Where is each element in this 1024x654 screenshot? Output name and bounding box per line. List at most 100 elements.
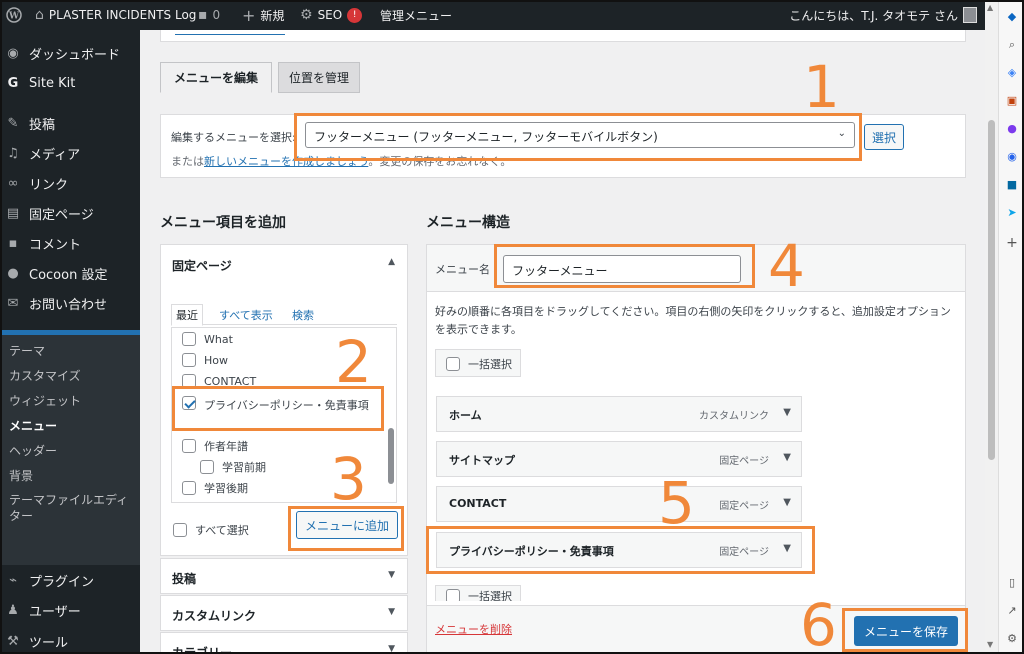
sidebar-item-label: 固定ページ [29,207,94,223]
scroll-down-icon[interactable]: ▼ [987,640,993,649]
seo-link[interactable]: ⚙ SEO! [300,0,363,30]
page-scroll-thumb[interactable] [988,120,995,460]
menu-item-contact[interactable]: CONTACT 固定ページ ▼ [436,486,802,522]
page-checkbox-how[interactable]: How [182,353,228,367]
person-icon[interactable]: ● [1005,122,1019,136]
checklist-scrollbar[interactable] [388,330,394,500]
sidebar-item-plugins[interactable]: ⌁ プラグイン [0,565,140,595]
notice-box [160,30,966,42]
settings-icon[interactable]: ⚙ [1005,632,1019,646]
submenu-themes[interactable]: テーマ [9,343,134,359]
sidebar-item-label: Site Kit [29,75,76,91]
page-checkbox-early[interactable]: 学習前期 [200,459,266,475]
manage-menu-label: 管理メニュー [380,8,453,23]
checkbox[interactable] [173,523,187,537]
checkbox[interactable] [446,589,460,601]
plugin-icon: ⌁ [9,572,17,588]
menu-item-type: 固定ページ [719,456,769,467]
checkbox[interactable] [182,439,196,453]
page-checkbox-late[interactable]: 学習後期 [182,480,248,496]
menu-name-label: メニュー名 [435,263,490,276]
sidebar-item-dashboard[interactable]: ◉ ダッシュボード [0,38,140,68]
chevron-up-icon: ▲ [388,257,395,267]
scroll-up-icon[interactable]: ▲ [987,3,993,12]
accordion-title: カテゴリー [172,646,233,654]
sidebar-item-cocoon[interactable]: ● Cocoon 設定 [0,258,140,288]
submenu-menus[interactable]: メニュー [9,418,134,434]
sidebar-item-media[interactable]: ♫ メディア [0,138,140,168]
submenu-customize[interactable]: カスタマイズ [9,368,134,384]
sidebar-item-users[interactable]: ♟ ユーザー [0,595,140,625]
select-all-checkbox[interactable]: すべて選択 [173,522,249,538]
delete-menu-link[interactable]: メニューを削除 [435,621,512,637]
outlook-icon[interactable]: ■ [1005,178,1019,192]
tab-search[interactable]: 検索 [292,307,314,323]
menu-item-home[interactable]: ホーム カスタムリンク ▼ [436,396,802,432]
checklist-scroll-thumb[interactable] [388,428,394,484]
checkbox[interactable] [182,353,196,367]
sidebar-item-tools[interactable]: ⚒ ツール [0,626,140,654]
wordpress-logo-icon[interactable]: W [6,0,22,30]
accordion-posts[interactable]: 投稿 ▼ [160,558,408,594]
tab-manage-locations[interactable]: 位置を管理 [278,62,360,93]
submenu-theme-editor[interactable]: テーマファイルエディター [9,492,134,524]
accordion-title: 投稿 [172,572,197,586]
add-icon[interactable]: + [1005,236,1019,250]
tab-edit-menus[interactable]: メニューを編集 [160,62,272,93]
sidebar-item-pages[interactable]: ▤ 固定ページ [0,198,140,228]
bulk-select-top[interactable]: 一括選択 [435,349,521,377]
sidebar-item-label: プラグイン [29,574,95,590]
chevron-down-icon[interactable]: ▼ [783,497,791,508]
external-link-icon[interactable]: ↗ [1005,604,1019,618]
accordion-categories[interactable]: カテゴリー ▼ [160,632,408,654]
tab-recent[interactable]: 最近 [171,304,203,326]
bulk-select-bottom[interactable]: 一括選択 [435,585,521,601]
manage-menu-link[interactable]: 管理メニュー [380,0,452,30]
submenu-widgets[interactable]: ウィジェット [9,393,134,409]
page-scrollbar[interactable]: ▲ ▼ [985,0,998,654]
chevron-down-icon[interactable]: ▼ [783,452,791,463]
site-name-link[interactable]: ⌂ PLASTER INCIDENTS Log [35,0,196,30]
page-icon: ▤ [6,205,20,221]
checkbox[interactable] [200,460,214,474]
checkbox[interactable] [182,332,196,346]
account-link[interactable]: こんにちは、T.J. タオモテ さん [789,0,977,30]
g-icon: G [7,75,19,91]
toolbox-icon[interactable]: ▣ [1005,94,1019,108]
office-icon[interactable]: ◉ [1005,150,1019,164]
sidebar-item-contact[interactable]: ✉ お問い合わせ [0,288,140,318]
sidebar-item-comments[interactable]: ▪ コメント [0,228,140,258]
submenu-background[interactable]: 背景 [9,468,134,484]
menu-structure-heading: メニュー構造 [426,215,510,231]
chevron-down-icon: ▼ [388,607,395,617]
sidebar-item-links[interactable]: ∞ リンク [0,168,140,198]
comments-link[interactable]: ▪ 0 [198,0,220,30]
page-checkbox-what[interactable]: What [182,332,233,346]
annotation-number-6: 6 [800,591,837,654]
notice-link-remnant [175,31,285,35]
new-content-link[interactable]: + 新規 [242,0,284,30]
menu-item-sitemap[interactable]: サイトマップ 固定ページ ▼ [436,441,802,477]
plus-icon: + [242,5,256,25]
tag-icon[interactable]: ◈ [1005,66,1019,80]
checkbox[interactable] [446,357,460,371]
checkbox[interactable] [182,481,196,495]
accordion-custom-links[interactable]: カスタムリンク ▼ [160,595,408,631]
sidebar-item-sitekit[interactable]: G Site Kit [0,68,140,98]
select-button[interactable]: 選択 [864,124,904,150]
sidebar-toggle-icon[interactable]: ▯ [1005,576,1019,590]
page-checkbox-chronology[interactable]: 作者年譜 [182,438,248,454]
chevron-down-icon[interactable]: ▼ [783,407,791,418]
send-icon[interactable]: ➤ [1005,206,1019,220]
media-icon: ♫ [7,145,19,161]
tab-view-all[interactable]: すべて表示 [219,307,273,323]
search-icon[interactable]: ⌕ [1005,38,1019,52]
menu-item-type: 固定ページ [719,501,769,512]
bell-icon[interactable]: ◆ [1005,10,1019,24]
link-icon: ∞ [7,175,19,191]
sidebar-item-label: Cocoon 設定 [29,267,108,283]
pages-panel-header[interactable]: 固定ページ ▲ [161,245,407,283]
sidebar-item-posts[interactable]: ✎ 投稿 [0,108,140,138]
page-label: What [204,332,233,346]
submenu-header[interactable]: ヘッダー [9,443,134,459]
